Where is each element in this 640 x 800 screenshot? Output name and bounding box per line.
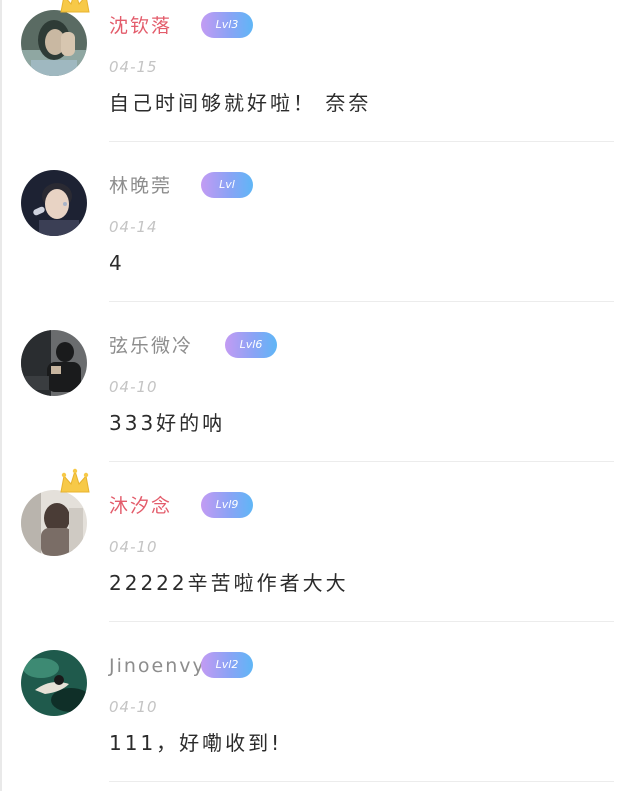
comment-date: 04-15 bbox=[109, 58, 158, 76]
comment-date: 04-10 bbox=[109, 538, 158, 556]
comment-date: 04-14 bbox=[109, 218, 158, 236]
girl-back-view-avatar-icon bbox=[21, 490, 87, 556]
man-in-car-avatar-icon bbox=[21, 330, 87, 396]
crown-icon bbox=[58, 0, 92, 16]
singer-with-microphone-avatar-icon bbox=[21, 170, 87, 236]
username[interactable]: Jinoenvy bbox=[109, 654, 206, 678]
avatar[interactable] bbox=[21, 10, 87, 76]
comment-item: 弦乐微冷 Lvl6 04-10 333好的呐 bbox=[0, 320, 640, 480]
avatar[interactable] bbox=[21, 330, 87, 396]
avatar[interactable] bbox=[21, 490, 87, 556]
comment-text: 111，好嘞收到! bbox=[109, 731, 283, 755]
avatar[interactable] bbox=[21, 650, 87, 716]
divider bbox=[109, 301, 614, 302]
comment-date: 04-10 bbox=[109, 698, 158, 716]
comment-text: 4 bbox=[109, 251, 125, 275]
comment-text: 333好的呐 bbox=[109, 411, 226, 435]
username[interactable]: 林晚莞 bbox=[109, 174, 172, 198]
comment-text: 自己时间够就好啦！ 奈奈 bbox=[109, 91, 372, 115]
level-badge: Lvl3 bbox=[201, 12, 253, 38]
level-badge: Lvl2 bbox=[201, 652, 253, 678]
level-badge: Lvl9 bbox=[201, 492, 253, 518]
username[interactable]: 沐汐念 bbox=[109, 494, 172, 518]
divider bbox=[109, 781, 614, 782]
avatar[interactable] bbox=[21, 170, 87, 236]
username[interactable]: 弦乐微冷 bbox=[109, 334, 193, 358]
divider bbox=[109, 621, 614, 622]
comment-item: 沐汐念 Lvl9 04-10 22222辛苦啦作者大大 bbox=[0, 468, 640, 640]
comment-text: 22222辛苦啦作者大大 bbox=[109, 571, 349, 595]
comment-item: 沈钦落 Lvl3 04-15 自己时间够就好啦！ 奈奈 bbox=[0, 0, 640, 160]
username[interactable]: 沈钦落 bbox=[109, 14, 172, 38]
comment-item: Jinoenvy Lvl2 04-10 111，好嘞收到! bbox=[0, 640, 640, 800]
comment-date: 04-10 bbox=[109, 378, 158, 396]
divider bbox=[109, 461, 614, 462]
comment-item: 林晚莞 Lvl 04-14 4 bbox=[0, 160, 640, 320]
level-badge: Lvl bbox=[201, 172, 253, 198]
comment-feed: 沈钦落 Lvl3 04-15 自己时间够就好啦！ 奈奈 林晚莞 Lvl 04-1… bbox=[0, 0, 640, 791]
level-badge: Lvl6 bbox=[225, 332, 277, 358]
girl-with-hand-avatar-icon bbox=[21, 10, 87, 76]
woman-in-water-avatar-icon bbox=[21, 650, 87, 716]
crown-icon bbox=[58, 468, 92, 496]
divider bbox=[109, 141, 614, 142]
